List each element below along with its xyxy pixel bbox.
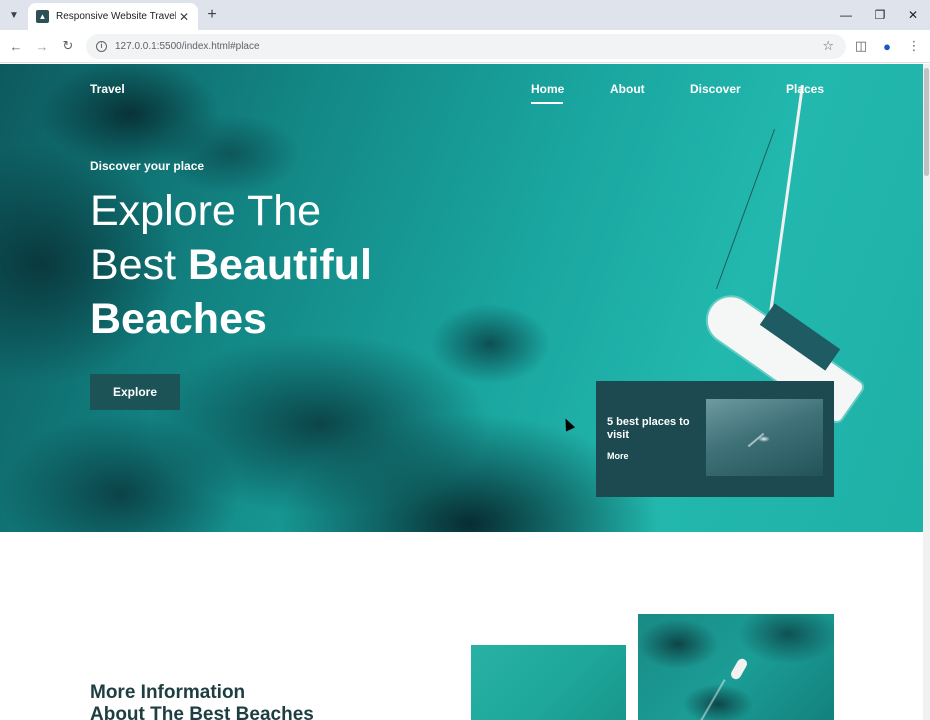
hero-title-line-1: Explore The [90,187,322,235]
info-heading-line-1: More Information [90,682,246,703]
nav-link-places[interactable]: Places [786,82,824,96]
side-panel-icon[interactable]: ◫ [852,37,870,55]
minimize-icon[interactable]: — [836,6,856,24]
info-heading: More Information About The Best Beaches [90,682,450,720]
url-text[interactable]: 127.0.0.1:5500/index.html#place [115,41,260,52]
explore-button[interactable]: Explore [90,374,180,410]
nav-link-about[interactable]: About [610,82,645,96]
nav-logo[interactable]: Travel [90,82,125,96]
address-bar[interactable]: i 127.0.0.1:5500/index.html#place ☆ [86,34,846,59]
info-icon[interactable]: i [96,41,107,52]
plus-icon[interactable]: + [202,6,222,24]
hero-subtitle: Discover your place [90,159,205,173]
close-window-icon[interactable]: ✕ [903,6,923,24]
tab-title: Responsive Website Travel [56,11,176,22]
card-title: 5 best places to visit [607,416,690,441]
beach-image-2 [638,614,834,720]
hero-section: Travel Home About Discover Places Discov… [0,64,923,532]
speedboat-image [729,656,749,682]
hero-title: Explore The Best Beautiful Beaches [90,184,450,346]
nav-link-home[interactable]: Home [531,82,564,96]
reload-icon[interactable]: ↻ [59,37,77,55]
browser-toolbar: ← → ↻ i 127.0.0.1:5500/index.html#place … [0,30,930,63]
more-vert-icon[interactable]: ⋮ [905,37,923,55]
browser-tab-strip: ▼ ▲ Responsive Website Travel ✕ + — ❐ ✕ [0,0,930,30]
nav-link-discover[interactable]: Discover [690,82,741,96]
hero-title-line-2a: Best [90,241,188,289]
beach-image-1 [471,645,626,720]
page-scrollbar[interactable] [923,64,930,720]
scrollbar-thumb[interactable] [924,68,929,176]
star-icon[interactable]: ☆ [822,38,834,54]
boat-mast-decoration [769,84,804,314]
hero-title-line-3: Beaches [90,295,267,343]
place-card[interactable]: 5 best places to visit More [596,381,834,497]
info-heading-line-2: About The Best Beaches [90,704,314,720]
hero-title-line-2b: Beautiful [188,241,372,289]
close-icon[interactable]: ✕ [176,9,192,25]
mouse-cursor-icon [560,416,576,432]
profile-icon[interactable]: ● [878,37,896,55]
card-boat-image [706,399,823,476]
web-page: Travel Home About Discover Places Discov… [0,64,930,720]
boat-rope-decoration [715,128,776,290]
arrow-left-icon[interactable]: ← [7,37,25,55]
chevron-down-icon[interactable]: ▼ [4,5,24,25]
site-favicon-icon: ▲ [36,10,49,23]
nav-active-indicator [531,102,563,104]
boat-wake-decoration [696,679,726,720]
card-more-link[interactable]: More [607,451,629,461]
restore-icon[interactable]: ❐ [870,6,890,24]
browser-tab[interactable]: ▲ Responsive Website Travel ✕ [28,3,198,30]
boat-wake-decoration [747,432,765,448]
arrow-right-icon[interactable]: → [33,37,51,55]
